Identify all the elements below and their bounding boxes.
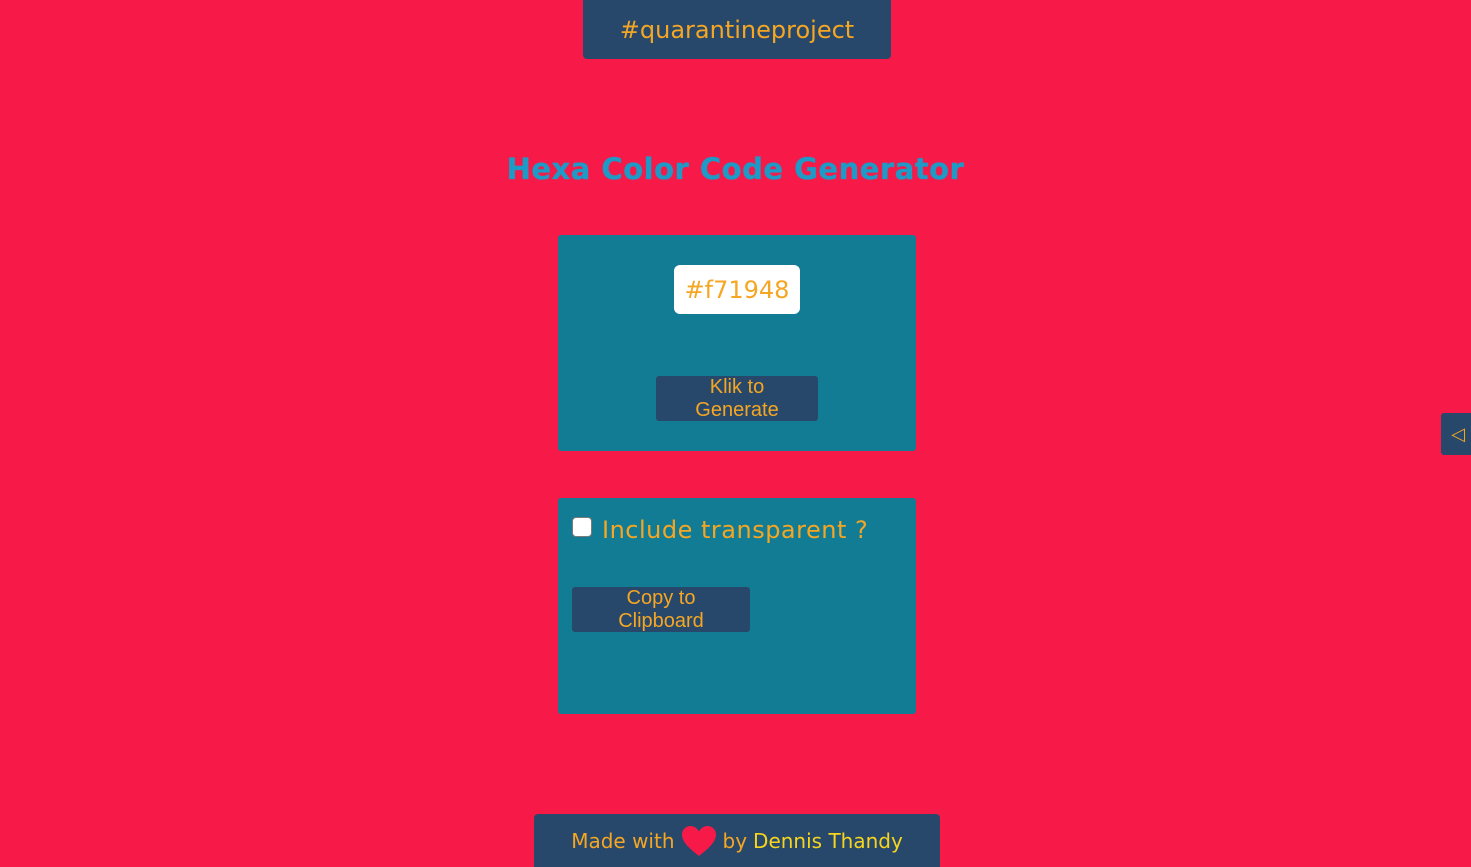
triangle-left-icon: ◁ xyxy=(1451,423,1465,445)
hex-code-value: #f71948 xyxy=(684,275,790,304)
options-panel: Include transparent ? Copy to Clipboard xyxy=(558,498,916,714)
include-transparent-label[interactable]: Include transparent ? xyxy=(602,516,868,544)
include-transparent-row[interactable]: Include transparent ? xyxy=(572,516,868,544)
copy-to-clipboard-button[interactable]: Copy to Clipboard xyxy=(572,587,750,632)
generate-button[interactable]: Klik to Generate xyxy=(656,376,818,421)
generator-panel: #f71948 Klik to Generate xyxy=(558,235,916,451)
page-title: Hexa Color Code Generator xyxy=(506,152,965,186)
footer: Made with by Dennis Thandy xyxy=(534,814,940,867)
include-transparent-checkbox[interactable] xyxy=(572,517,592,537)
side-panel-toggle[interactable]: ◁ xyxy=(1441,413,1471,455)
footer-made-with: Made with xyxy=(571,828,675,853)
footer-author-link[interactable]: Dennis Thandy xyxy=(753,829,903,853)
banner-text: #quarantineproject xyxy=(619,15,855,44)
top-banner: #quarantineproject xyxy=(583,0,891,59)
hex-code-display: #f71948 xyxy=(674,265,800,314)
heart-icon xyxy=(681,825,717,857)
footer-by: by xyxy=(722,828,748,853)
